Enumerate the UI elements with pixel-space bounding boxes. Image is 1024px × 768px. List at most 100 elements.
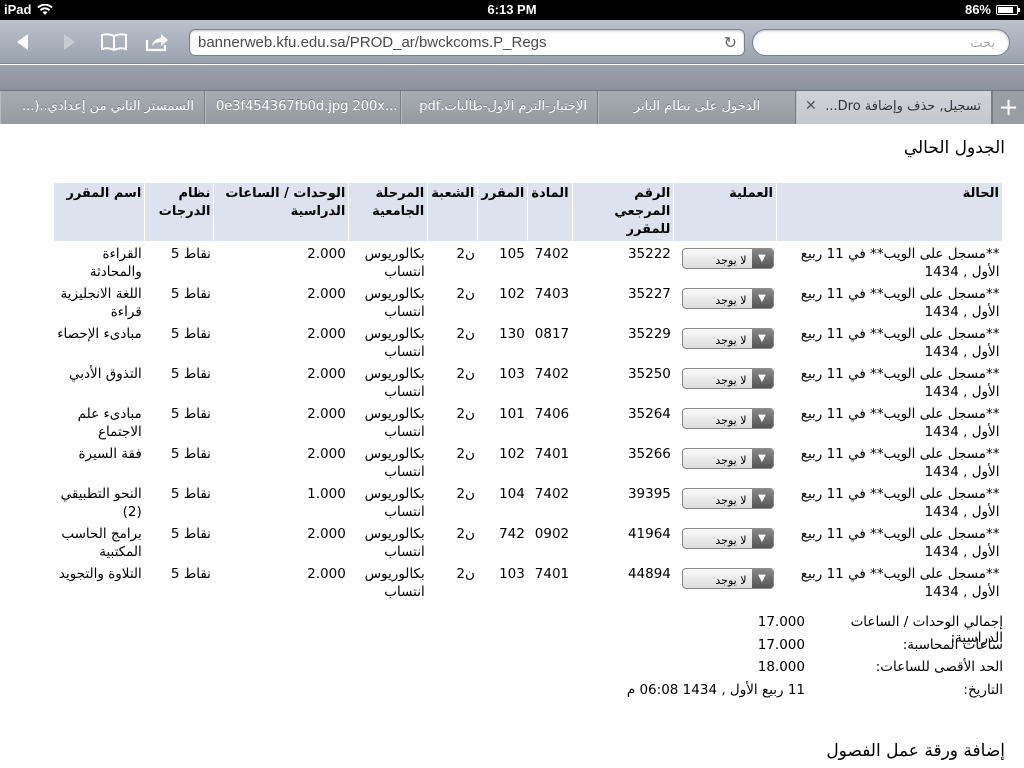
cell-course: 103: [499, 366, 525, 382]
url-field[interactable]: bannerweb.kfu.edu.sa/PROD_ar/bwckcoms.P_…: [189, 29, 745, 56]
cell-section: ن2: [456, 566, 475, 582]
tab-item[interactable]: الإختبار-الترم الاول-طالبات.pdf: [401, 91, 598, 124]
cell-level: بكالوريوس انتساب: [364, 326, 425, 360]
forward-button[interactable]: [54, 28, 84, 56]
add-worksheet-title: إضافة ورقة عمل الفصول: [826, 741, 1005, 761]
chevron-down-icon: ▼: [751, 369, 773, 388]
cell-status: **مسجل على الويب** في 11 ربيع الأول , 14…: [800, 246, 1000, 280]
search-field[interactable]: بحث: [752, 29, 1010, 56]
cell-crn: 41964: [627, 526, 671, 542]
action-select[interactable]: لا يوجد ▼: [681, 288, 774, 309]
cell-credits: 2.000: [214, 522, 349, 562]
action-select[interactable]: لا يوجد ▼: [681, 528, 774, 549]
cell-credits: 2.000: [214, 362, 349, 402]
tab-label: الإختبار-الترم الاول-طالبات.pdf: [419, 99, 587, 114]
summary-block: إجمالي الوحدات / الساعات الدراسية: 17.000…: [627, 614, 1003, 704]
page-content: الجدول الحالي الحالة العملية الرقم المرج…: [0, 124, 1024, 768]
cell-title: التذوق الأدبي: [69, 366, 142, 382]
action-select[interactable]: لا يوجد ▼: [681, 368, 774, 389]
cell-level: بكالوريوس انتساب: [364, 246, 425, 280]
action-select[interactable]: لا يوجد ▼: [681, 248, 774, 269]
header-subject: المادة: [527, 182, 573, 242]
summary-row: ساعات المحاسبة: 17.000: [627, 637, 1003, 660]
tab-item[interactable]: الدخول على نظام البانر: [598, 91, 796, 124]
cell-action: لا يوجد ▼: [674, 442, 777, 482]
share-button[interactable]: [142, 28, 172, 56]
table-row: **مسجل على الويب** في 11 ربيع الأول , 14…: [54, 322, 1003, 362]
cell-subject: 7401: [534, 446, 570, 462]
summary-value: 17.000: [757, 636, 805, 653]
action-select[interactable]: لا يوجد ▼: [681, 488, 774, 509]
cell-level: بكالوريوس انتساب: [364, 286, 425, 320]
new-tab-button[interactable]: +: [992, 91, 1024, 124]
header-crn: الرقم المرجعي للمقرر: [571, 182, 675, 242]
action-select[interactable]: لا يوجد ▼: [681, 448, 774, 469]
cell-credits: 2.000: [214, 562, 349, 602]
action-select[interactable]: لا يوجد ▼: [681, 328, 774, 349]
forward-arrow-icon: [64, 34, 75, 50]
cell-section: ن2: [456, 446, 475, 462]
cell-subject: 0902: [534, 526, 570, 542]
summary-row: الحد الأقصى للساعات: 18.000: [627, 659, 1003, 682]
header-section: الشعبة: [427, 182, 479, 242]
cell-course: 104: [499, 486, 525, 502]
cell-grade-mode: نقاط 5: [170, 326, 211, 342]
chevron-down-icon: ▼: [751, 329, 773, 348]
credits-value: 2.000: [307, 326, 346, 342]
tab-label: 0e3f454367fb0d.jpg 200x...: [216, 99, 398, 114]
cell-section: ن2: [456, 486, 475, 502]
tab-item[interactable]: السمستر الثاني من إعدادي..(...: [0, 91, 205, 124]
cell-course: 101: [499, 406, 525, 422]
action-select[interactable]: لا يوجد ▼: [681, 568, 774, 589]
credits-value: 2.000: [307, 526, 346, 542]
cell-subject: 7402: [534, 366, 570, 382]
reload-icon[interactable]: ↻: [724, 33, 737, 53]
cell-crn: 35227: [627, 286, 671, 302]
bookmarks-button[interactable]: [99, 28, 129, 56]
cell-action: لا يوجد ▼: [674, 402, 777, 442]
back-button[interactable]: [8, 28, 38, 56]
cell-status: **مسجل على الويب** في 11 ربيع الأول , 14…: [800, 326, 1000, 360]
status-bar: iPad 6:13 PM 86%: [0, 0, 1024, 20]
cell-section: ن2: [456, 286, 475, 302]
credits-value: 1.000: [307, 486, 346, 502]
cell-title: القراءة والمحادثة: [89, 246, 142, 280]
action-select-value: لا يوجد: [715, 374, 747, 387]
search-placeholder: بحث: [970, 35, 995, 50]
cell-credits: 2.000: [214, 242, 349, 283]
tab-item-active[interactable]: ✕ تسجيل, حذف وإضافة Dro...: [796, 91, 992, 124]
tab-label: تسجيل, حذف وإضافة Dro...: [825, 99, 981, 114]
cell-credits: 2.000: [214, 282, 349, 322]
table-row: **مسجل على الويب** في 11 ربيع الأول , 14…: [54, 482, 1003, 522]
cell-status: **مسجل على الويب** في 11 ربيع الأول , 14…: [800, 446, 1000, 480]
close-tab-icon[interactable]: ✕: [805, 98, 817, 114]
cell-crn: 39395: [627, 486, 671, 502]
table-row: **مسجل على الويب** في 11 ربيع الأول , 14…: [54, 362, 1003, 402]
credits-value: 2.000: [307, 366, 346, 382]
action-select-value: لا يوجد: [715, 574, 747, 587]
cell-title: النحو التطبيقي (2): [60, 486, 142, 520]
action-select-value: لا يوجد: [715, 414, 747, 427]
chevron-down-icon: ▼: [751, 449, 773, 468]
cell-grade-mode: نقاط 5: [170, 566, 211, 582]
credits-value: 2.000: [307, 446, 346, 462]
cell-credits: 2.000: [214, 402, 349, 442]
cell-level: بكالوريوس انتساب: [364, 366, 425, 400]
cell-action: لا يوجد ▼: [674, 282, 777, 322]
cell-crn: 35266: [627, 446, 671, 462]
cell-title: التلاوة والتجويد: [58, 566, 142, 582]
tab-item[interactable]: 0e3f454367fb0d.jpg 200x...: [205, 91, 401, 124]
summary-label: التاريخ:: [963, 681, 1003, 698]
header-action: العملية: [673, 182, 777, 242]
cell-level: بكالوريوس انتساب: [364, 406, 425, 440]
cell-course: 103: [499, 566, 525, 582]
cell-section: ن2: [456, 406, 475, 422]
action-select[interactable]: لا يوجد ▼: [681, 408, 774, 429]
cell-subject: 7403: [534, 286, 570, 302]
clock: 6:13 PM: [487, 2, 537, 17]
summary-label: ساعات المحاسبة:: [902, 636, 1003, 653]
header-title: اسم المقرر: [52, 182, 146, 242]
cell-course: 102: [499, 446, 525, 462]
cell-status: **مسجل على الويب** في 11 ربيع الأول , 14…: [800, 286, 1000, 320]
summary-label: إجمالي الوحدات / الساعات الدراسية:: [850, 614, 1003, 646]
